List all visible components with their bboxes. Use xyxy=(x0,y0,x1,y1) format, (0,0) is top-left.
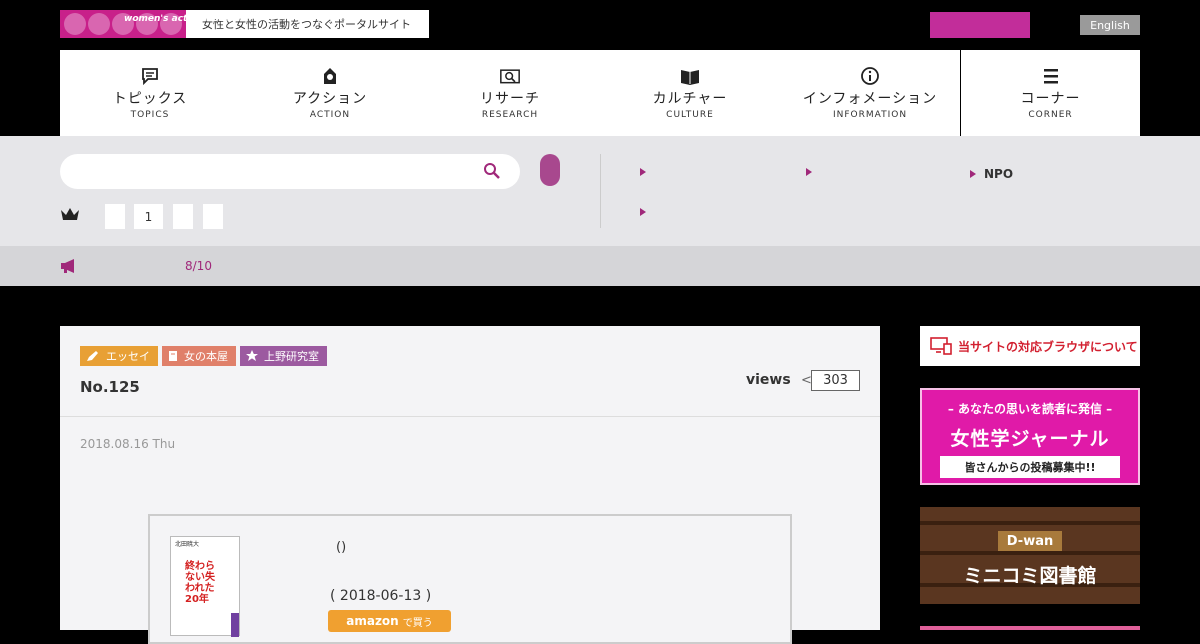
nav-item-corner[interactable]: コーナー CORNER xyxy=(960,50,1140,136)
nav-label: カルチャー xyxy=(652,91,728,107)
tag-label: 女の本屋 xyxy=(184,350,228,363)
nav-item-culture[interactable]: カルチャー CULTURE xyxy=(600,50,780,136)
search-icon[interactable] xyxy=(483,162,501,184)
book-cover-image[interactable]: 北田暁大 終わらない失われた20年 xyxy=(170,536,240,637)
category-link[interactable] xyxy=(640,208,654,216)
views-count: 303 xyxy=(811,370,860,391)
browser-notice-text: 当サイトの対応ブラウザについて xyxy=(958,339,1138,354)
dwan-title: ミニコミ図書館 xyxy=(963,565,1097,587)
ranking-page-button[interactable]: 1 xyxy=(134,204,163,229)
nav-sublabel: INFORMATION xyxy=(832,110,908,120)
triangle-icon xyxy=(640,168,646,176)
ranking-page-button[interactable] xyxy=(203,204,223,229)
book-icon xyxy=(169,351,177,361)
views-label: views xyxy=(746,372,791,388)
triangle-icon xyxy=(640,208,646,216)
header-pink-button[interactable] xyxy=(930,12,1030,38)
pen-icon xyxy=(87,351,98,361)
megaphone-icon xyxy=(60,258,78,277)
article-date: 2018.08.16 Thu xyxy=(80,437,176,451)
tag-label: 上野研究室 xyxy=(264,350,319,363)
tag-essay[interactable]: エッセイ xyxy=(80,346,158,366)
book-author: 北田暁大 xyxy=(175,541,200,548)
news-date[interactable]: 8/10 xyxy=(185,259,212,273)
nav-item-action[interactable]: アクション ACTION xyxy=(240,50,420,136)
ranking-page-button[interactable] xyxy=(105,204,125,229)
tag-label: エッセイ xyxy=(106,350,150,363)
journal-banner[interactable]: – あなたの思いを読者に発信 – 女性学ジャーナル 皆さんからの投稿募集中!! xyxy=(920,388,1140,485)
search-panel: 1 NPO xyxy=(0,136,1200,246)
category-link-npo[interactable]: NPO xyxy=(970,167,1013,181)
book-title: 終わらない失われた20年 xyxy=(185,561,215,605)
amazon-buy-label: で買う xyxy=(402,617,433,629)
book-meta: () xyxy=(336,540,347,555)
nav-item-information[interactable]: インフォメーション INFORMATION xyxy=(780,50,960,136)
search-submit-button[interactable] xyxy=(540,154,560,186)
nav-sublabel: RESEARCH xyxy=(481,110,539,120)
top-bar: women's action network 女性と女性の活動をつなぐポータルサ… xyxy=(0,0,1200,50)
monitor-icon xyxy=(930,337,952,355)
book-info-box: 北田暁大 終わらない失われた20年 () ( 2018-06-13 ) amaz… xyxy=(148,514,792,644)
book-cover-accent xyxy=(231,613,239,637)
nav-sublabel: CORNER xyxy=(1028,110,1073,120)
category-link[interactable] xyxy=(806,168,820,176)
english-button[interactable]: English xyxy=(1080,15,1140,35)
logo-brand: women's action network xyxy=(124,14,248,24)
nav-sublabel: TOPICS xyxy=(130,110,170,120)
person-icon xyxy=(320,66,340,86)
book-publish-date: ( 2018-06-13 ) xyxy=(330,588,432,604)
main-nav: トピックス TOPICS アクション ACTION リサーチ RESEARCH … xyxy=(60,50,1140,136)
nav-label: トピックス xyxy=(112,91,188,107)
category-link[interactable] xyxy=(640,168,654,176)
shelf xyxy=(920,521,1140,525)
shelf xyxy=(920,551,1140,555)
dwan-badge: D-wan xyxy=(998,531,1062,551)
hamburger-icon xyxy=(1041,66,1061,86)
crown-icon xyxy=(60,206,80,226)
nav-label: アクション xyxy=(292,91,368,107)
next-banner[interactable] xyxy=(920,626,1140,630)
article-tags: エッセイ 女の本屋 上野研究室 xyxy=(80,346,327,366)
triangle-icon xyxy=(806,168,812,176)
wan-logo-mark: women's action network xyxy=(60,10,248,38)
site-logo[interactable]: women's action network 女性と女性の活動をつなぐポータルサ… xyxy=(60,10,429,38)
journal-title: 女性学ジャーナル xyxy=(950,428,1110,450)
amazon-buy-button[interactable]: amazon で買う xyxy=(328,610,451,632)
ranking-page-button[interactable] xyxy=(173,204,193,229)
article-number: No.125 xyxy=(80,378,140,396)
nav-label: コーナー xyxy=(1020,91,1081,107)
divider xyxy=(60,416,880,417)
journal-ribbon: 皆さんからの投稿募集中!! xyxy=(940,456,1120,478)
nav-label: リサーチ xyxy=(480,91,540,107)
nav-sublabel: ACTION xyxy=(309,110,351,120)
search-input[interactable] xyxy=(60,154,520,189)
triangle-icon xyxy=(970,170,976,178)
nav-label: インフォメーション xyxy=(802,91,938,107)
nav-item-research[interactable]: リサーチ RESEARCH xyxy=(420,50,600,136)
tag-ueno-lab[interactable]: 上野研究室 xyxy=(240,346,327,366)
nav-item-topics[interactable]: トピックス TOPICS xyxy=(60,50,240,136)
news-ticker: 8/10 xyxy=(0,246,1200,286)
journal-subtitle: – あなたの思いを読者に発信 – xyxy=(947,402,1113,416)
nav-sublabel: CULTURE xyxy=(666,110,714,120)
search-divider xyxy=(600,154,601,228)
tag-bookstore[interactable]: 女の本屋 xyxy=(162,346,236,366)
dwan-library-banner[interactable]: D-wan ミニコミ図書館 xyxy=(920,507,1140,604)
star-icon xyxy=(246,350,258,361)
article-card: エッセイ 女の本屋 上野研究室 No.125 views < 303 2018.… xyxy=(60,326,880,644)
category-label: NPO xyxy=(984,167,1014,181)
amazon-logo: amazon xyxy=(346,614,399,628)
browser-support-banner[interactable]: 当サイトの対応ブラウザについて xyxy=(920,326,1140,366)
speech-bubble-icon xyxy=(140,66,160,86)
magnifier-icon xyxy=(500,66,520,86)
info-icon xyxy=(860,66,880,86)
book-icon xyxy=(680,66,700,86)
